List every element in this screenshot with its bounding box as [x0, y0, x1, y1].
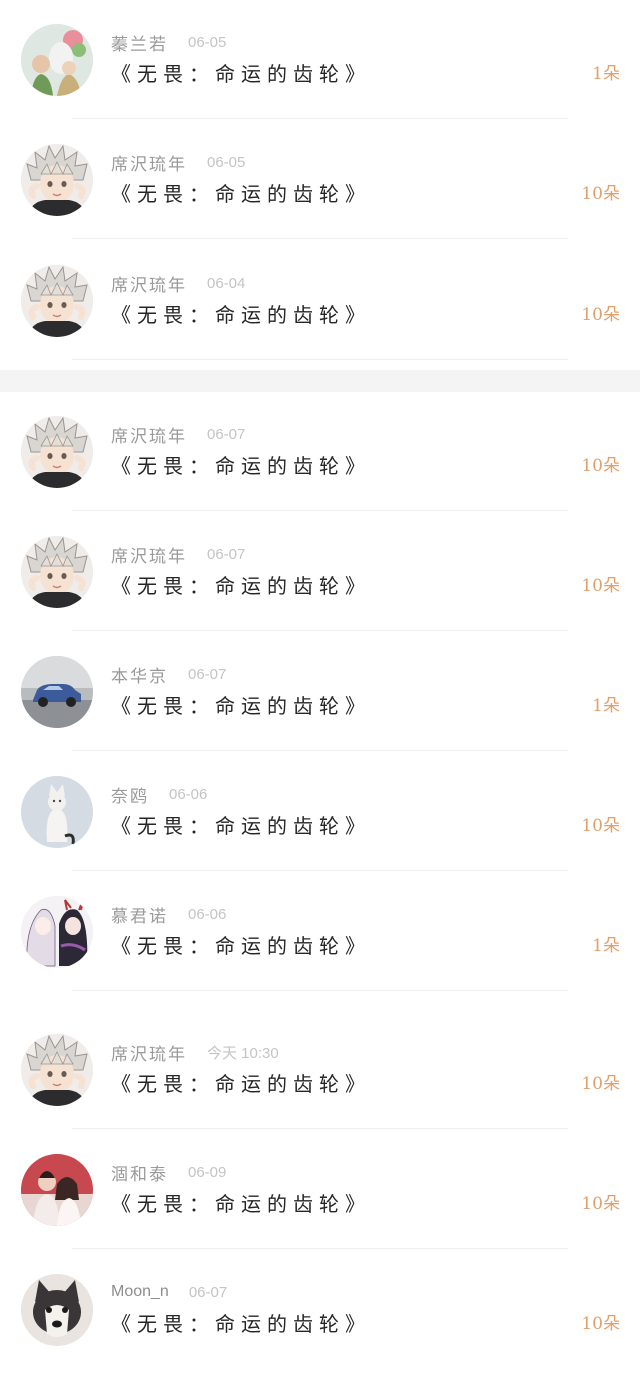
user-avatar[interactable]: [21, 416, 93, 488]
gift-amount: 10朵: [581, 1074, 620, 1094]
user-name[interactable]: 蓁兰若: [111, 30, 168, 55]
entry-meta: 慕君诺 06-06: [111, 902, 227, 927]
user-name[interactable]: 席沢琉年: [111, 271, 187, 296]
list-item[interactable]: 席沢琉年 今天 10:30 《无畏：命运的齿轮》 10朵: [0, 1010, 640, 1130]
gift-amount: 1朵: [592, 696, 620, 716]
user-name[interactable]: 奈鸥: [111, 782, 149, 807]
work-title[interactable]: 《无畏：命运的齿轮》: [111, 1309, 371, 1339]
entry-meta: 蓁兰若 06-05: [111, 30, 227, 55]
list-item[interactable]: 席沢琉年 06-04 《无畏：命运的齿轮》 10朵: [0, 241, 640, 361]
list-item[interactable]: 席沢琉年 06-05 《无畏：命运的齿轮》 10朵: [0, 120, 640, 240]
entry-meta: 席沢琉年 06-05: [111, 150, 246, 175]
gift-amount: 10朵: [581, 1314, 620, 1334]
row-divider: [72, 510, 568, 511]
user-name[interactable]: 本华京: [111, 662, 168, 687]
row-divider: [72, 238, 568, 239]
entry-date: 今天 10:30: [207, 1044, 279, 1062]
list-item[interactable]: 慕君诺 06-06 《无畏：命运的齿轮》 1朵: [0, 872, 640, 992]
list-item[interactable]: 涸和泰 06-09 《无畏：命运的齿轮》 10朵: [0, 1130, 640, 1250]
work-title[interactable]: 《无畏：命运的齿轮》: [111, 571, 371, 601]
list-item[interactable]: 奈鸥 06-06 《无畏：命运的齿轮》 10朵: [0, 752, 640, 872]
user-avatar[interactable]: [21, 536, 93, 608]
gift-amount: 10朵: [581, 576, 620, 596]
user-avatar[interactable]: [21, 24, 93, 96]
user-avatar[interactable]: [21, 896, 93, 968]
row-divider: [72, 1128, 568, 1129]
entry-date: 06-07: [188, 1283, 228, 1301]
user-avatar[interactable]: [21, 656, 93, 728]
work-title[interactable]: 《无畏：命运的齿轮》: [111, 451, 371, 481]
entry-date: 06-07: [188, 665, 227, 683]
user-avatar[interactable]: [21, 1154, 93, 1226]
entry-date: 06-06: [188, 905, 227, 923]
entry-date: 06-09: [188, 1163, 227, 1181]
user-name[interactable]: 席沢琉年: [111, 422, 187, 447]
row-divider: [72, 359, 568, 360]
work-title[interactable]: 《无畏：命运的齿轮》: [111, 811, 371, 841]
row-divider: [72, 870, 568, 871]
user-name[interactable]: 涸和泰: [111, 1160, 168, 1185]
entry-date: 06-07: [207, 545, 246, 563]
entry-date: 06-05: [207, 153, 246, 171]
gift-amount: 10朵: [581, 456, 620, 476]
user-avatar[interactable]: [21, 265, 93, 337]
user-name[interactable]: 席沢琉年: [111, 542, 187, 567]
row-divider: [72, 118, 568, 119]
list-item[interactable]: 席沢琉年 06-07 《无畏：命运的齿轮》 10朵: [0, 512, 640, 632]
entry-meta: 本华京 06-07: [111, 662, 227, 687]
list-item[interactable]: Moon_n 06-07 《无畏：命运的齿轮》 10朵: [0, 1250, 640, 1370]
list-item[interactable]: 蓁兰若 06-05 《无畏：命运的齿轮》 1朵: [0, 0, 640, 120]
user-name[interactable]: 席沢琉年: [111, 1040, 187, 1065]
work-title[interactable]: 《无畏：命运的齿轮》: [111, 300, 371, 330]
user-name[interactable]: 席沢琉年: [111, 150, 187, 175]
user-name[interactable]: Moon_n: [111, 1283, 169, 1301]
gift-amount: 10朵: [581, 184, 620, 204]
row-divider: [72, 630, 568, 631]
work-title[interactable]: 《无畏：命运的齿轮》: [111, 691, 371, 721]
gift-record-list: 蓁兰若 06-05 《无畏：命运的齿轮》 1朵 席沢琉年 06-05 《无畏：命运的齿轮》 1…: [0, 0, 640, 1384]
entry-meta: 席沢琉年 06-07: [111, 422, 246, 447]
user-avatar[interactable]: [21, 1274, 93, 1346]
gift-amount: 10朵: [581, 305, 620, 325]
gift-amount: 1朵: [592, 936, 620, 956]
work-title[interactable]: 《无畏：命运的齿轮》: [111, 59, 371, 89]
work-title[interactable]: 《无畏：命运的齿轮》: [111, 1069, 371, 1099]
entry-meta: 席沢琉年 06-04: [111, 271, 246, 296]
row-divider: [72, 1248, 568, 1249]
list-item[interactable]: 席沢琉年 06-07 《无畏：命运的齿轮》 10朵: [0, 392, 640, 512]
gift-amount: 1朵: [592, 64, 620, 84]
work-title[interactable]: 《无畏：命运的齿轮》: [111, 179, 371, 209]
user-name[interactable]: 慕君诺: [111, 902, 168, 927]
entry-meta: 席沢琉年 今天 10:30: [111, 1040, 279, 1065]
entry-meta: 涸和泰 06-09: [111, 1160, 227, 1185]
entry-date: 06-06: [169, 785, 208, 803]
entry-date: 06-07: [207, 425, 246, 443]
row-divider: [72, 990, 568, 991]
user-avatar[interactable]: [21, 776, 93, 848]
list-section: 蓁兰若 06-05 《无畏：命运的齿轮》 1朵席沢琉年 06-05 《无畏：命运的齿轮》 1…: [0, 0, 640, 370]
entry-meta: 席沢琉年 06-07: [111, 542, 246, 567]
user-avatar[interactable]: [21, 144, 93, 216]
user-avatar[interactable]: [21, 1034, 93, 1106]
list-section: 席沢琉年 今天 10:30 《无畏：命运的齿轮》 10朵 涸和泰 06-09 《无畏：命运的…: [0, 1010, 640, 1384]
list-section: 席沢琉年 06-07 《无畏：命运的齿轮》 10朵 席沢琉年 06-07 《无畏：命运的齿轮…: [0, 392, 640, 1010]
work-title[interactable]: 《无畏：命运的齿轮》: [111, 931, 371, 961]
gift-amount: 10朵: [581, 1194, 620, 1214]
gift-amount: 10朵: [581, 816, 620, 836]
entry-meta: Moon_n 06-07: [111, 1280, 227, 1304]
row-divider: [72, 750, 568, 751]
entry-meta: 奈鸥 06-06: [111, 782, 208, 807]
entry-date: 06-04: [207, 274, 246, 292]
work-title[interactable]: 《无畏：命运的齿轮》: [111, 1189, 371, 1219]
entry-date: 06-05: [188, 33, 227, 51]
list-item[interactable]: 本华京 06-07 《无畏：命运的齿轮》 1朵: [0, 632, 640, 752]
